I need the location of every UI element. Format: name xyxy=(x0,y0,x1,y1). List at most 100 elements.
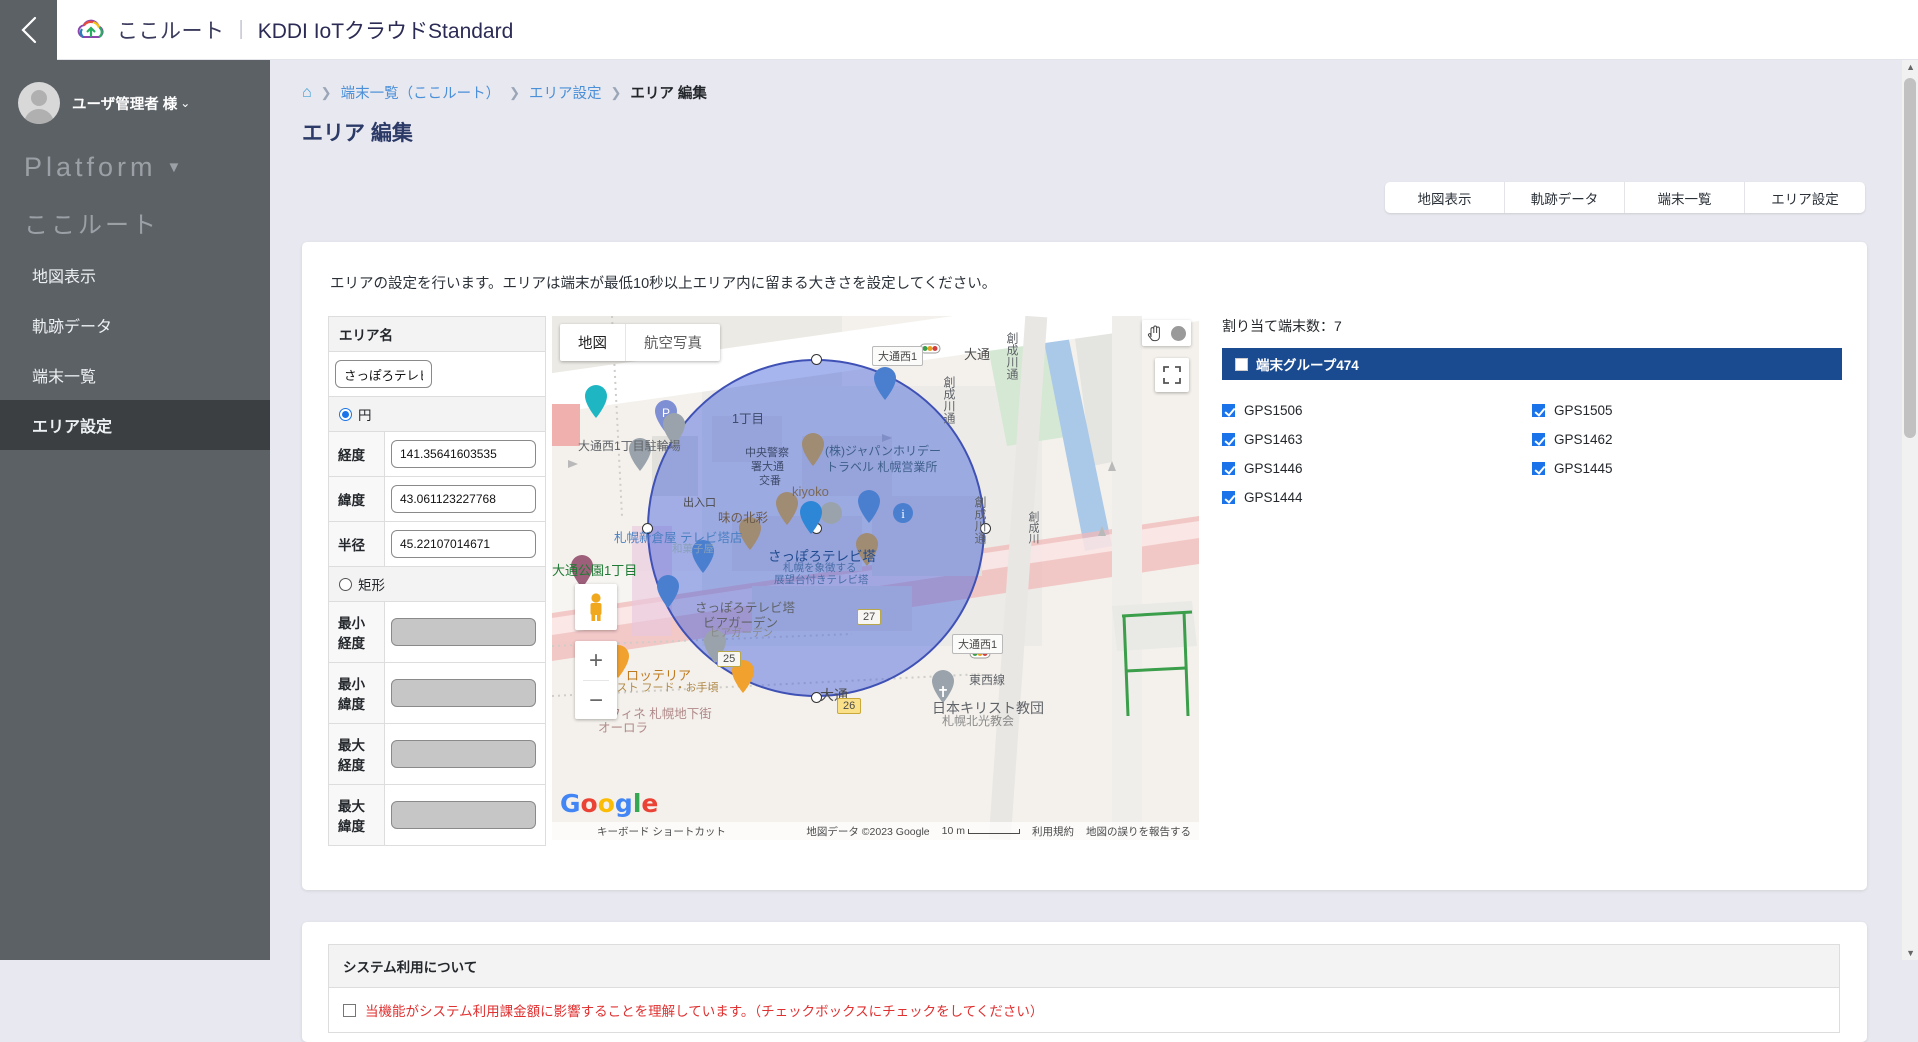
tab-track-data[interactable]: 軌跡データ xyxy=(1505,182,1625,213)
back-button[interactable] xyxy=(0,0,57,60)
assigned-device-count: 割り当て端末数：7 xyxy=(1222,316,1842,336)
platform-label: Platform xyxy=(24,152,157,183)
radio-circle-label: 円 xyxy=(358,404,372,424)
user-menu[interactable]: ユーザ管理者 様 ⌄ xyxy=(72,93,190,114)
min-longitude-cell xyxy=(385,602,546,663)
device-checkbox[interactable] xyxy=(1222,404,1235,417)
device-checkbox[interactable] xyxy=(1222,433,1235,446)
device-list-item[interactable]: GPS1505 xyxy=(1532,396,1842,425)
user-row[interactable]: ユーザ管理者 様 ⌄ xyxy=(0,60,270,124)
min-longitude-input[interactable] xyxy=(391,618,536,646)
radius-input[interactable] xyxy=(391,530,536,558)
max-longitude-input[interactable] xyxy=(391,740,536,768)
area-form: エリア名 円 経度 xyxy=(328,316,546,846)
device-list-item[interactable]: GPS1445 xyxy=(1532,454,1842,483)
device-checkbox[interactable] xyxy=(1532,462,1545,475)
device-label: GPS1446 xyxy=(1244,461,1303,476)
zoom-in-button[interactable]: + xyxy=(575,641,617,680)
sidebar-group-label: ここルート xyxy=(0,183,270,250)
rect-radio-cell[interactable]: 矩形 xyxy=(329,567,546,602)
brand-name: ここルート xyxy=(117,15,225,45)
radio-circle[interactable] xyxy=(339,408,352,421)
area-name-input[interactable] xyxy=(335,360,432,388)
avatar xyxy=(18,82,60,124)
area-edit-card: エリアの設定を行います。エリアは端末が最低10秒以上エリア内に留まる大きさを設定… xyxy=(302,242,1867,890)
form-row-longitude: 経度 xyxy=(329,432,546,477)
longitude-input[interactable] xyxy=(391,440,536,468)
tab-map-view[interactable]: 地図表示 xyxy=(1385,182,1505,213)
device-checkbox[interactable] xyxy=(1532,404,1545,417)
device-checkbox[interactable] xyxy=(1222,462,1235,475)
main-content: ⌂ ❯ 端末一覧（ここルート） ❯ エリア設定 ❯ エリア 編集 エリア 編集 … xyxy=(270,60,1901,960)
tab-device-list[interactable]: 端末一覧 xyxy=(1625,182,1745,213)
sidebar-item-area-settings[interactable]: エリア設定 xyxy=(0,400,270,450)
map-report-link[interactable]: 地図の誤りを報告する xyxy=(1086,824,1191,839)
vertical-scrollbar[interactable]: ▲ ▼ xyxy=(1902,60,1918,960)
breadcrumb-link-area-settings[interactable]: エリア設定 xyxy=(529,82,602,103)
street-view-pegman[interactable] xyxy=(575,584,617,630)
area-description: エリアの設定を行います。エリアは端末が最低10秒以上エリア内に留まる大きさを設定… xyxy=(302,242,1867,293)
device-label: GPS1462 xyxy=(1554,432,1613,447)
device-group-header[interactable]: 端末グループ474 xyxy=(1222,348,1842,380)
fullscreen-icon xyxy=(1163,366,1181,384)
map-reset-orientation-button[interactable] xyxy=(1171,326,1186,341)
map-panel[interactable]: P i xyxy=(552,316,1199,840)
circle-handle-right[interactable] xyxy=(980,523,991,534)
map-fullscreen-button[interactable] xyxy=(1155,358,1189,392)
platform-selector[interactable]: Platform ▼ xyxy=(0,124,270,183)
keyboard-shortcuts-label[interactable]: キーボード ショートカット xyxy=(597,824,726,839)
breadcrumb-sep: ❯ xyxy=(509,85,520,101)
min-latitude-label: 最小緯度 xyxy=(329,663,385,724)
device-list-item[interactable]: GPS1446 xyxy=(1222,454,1532,483)
device-group-label: 端末グループ474 xyxy=(1256,354,1359,374)
circle-radio-cell[interactable]: 円 xyxy=(329,397,546,432)
circle-center-handle[interactable] xyxy=(811,523,822,534)
tab-area-settings[interactable]: エリア設定 xyxy=(1745,182,1865,213)
longitude-label: 経度 xyxy=(329,432,385,477)
map-terms-link[interactable]: 利用規約 xyxy=(1032,824,1074,839)
device-list-item[interactable]: GPS1462 xyxy=(1532,425,1842,454)
map-scale: 10 m xyxy=(942,825,1020,837)
map-scale-bar xyxy=(968,829,1020,834)
radio-rectangle[interactable] xyxy=(339,578,352,591)
device-list-item[interactable]: GPS1444 xyxy=(1222,483,1532,512)
min-latitude-input[interactable] xyxy=(391,679,536,707)
device-group-checkbox[interactable] xyxy=(1235,358,1248,371)
circle-handle-top[interactable] xyxy=(811,354,822,365)
latitude-label: 緯度 xyxy=(329,477,385,522)
map-type-satellite[interactable]: 航空写真 xyxy=(626,324,720,361)
sidebar-item-track[interactable]: 軌跡データ xyxy=(0,300,270,350)
device-checkbox[interactable] xyxy=(1532,433,1545,446)
device-list: GPS1506GPS1505 GPS1463 GPS1462 GPS1446 GPS14… xyxy=(1222,380,1842,512)
circle-handle-bottom[interactable] xyxy=(811,692,822,703)
sidebar-item-map[interactable]: 地図表示 xyxy=(0,250,270,300)
map-type-map[interactable]: 地図 xyxy=(560,324,626,361)
hand-cursor-icon[interactable] xyxy=(1147,325,1162,342)
home-icon[interactable]: ⌂ xyxy=(302,84,312,102)
circle-handle-left[interactable] xyxy=(642,523,653,534)
page-title-row: エリア 編集 xyxy=(270,103,1901,147)
max-latitude-input[interactable] xyxy=(391,801,536,829)
form-row-rect-radio: 矩形 xyxy=(329,567,546,602)
form-row-min-lon: 最小経度 xyxy=(329,602,546,663)
radius-cell xyxy=(385,522,546,567)
radius-label: 半径 xyxy=(329,522,385,567)
map-zoom-control: + − xyxy=(575,641,617,719)
map-type-toggle: 地図 航空写真 xyxy=(560,324,720,361)
top-bar: ここルート | KDDI IoTクラウドStandard xyxy=(0,0,1918,60)
scrollbar-thumb[interactable] xyxy=(1904,78,1916,438)
brand-subtitle: KDDI IoTクラウドStandard xyxy=(258,15,514,45)
latitude-cell xyxy=(385,477,546,522)
device-label: GPS1463 xyxy=(1244,432,1303,447)
device-list-item[interactable]: GPS1506 xyxy=(1222,396,1532,425)
caret-down-icon: ▼ xyxy=(167,159,182,176)
scroll-up-arrow[interactable]: ▲ xyxy=(1906,62,1915,72)
device-checkbox[interactable] xyxy=(1222,491,1235,504)
latitude-input[interactable] xyxy=(391,485,536,513)
sidebar-item-devices[interactable]: 端末一覧 xyxy=(0,350,270,400)
agree-checkbox[interactable] xyxy=(343,1004,356,1017)
device-list-item[interactable]: GPS1463 xyxy=(1222,425,1532,454)
scroll-down-arrow[interactable]: ▼ xyxy=(1906,948,1915,958)
zoom-out-button[interactable]: − xyxy=(575,681,617,720)
breadcrumb-link-devices[interactable]: 端末一覧（ここルート） xyxy=(341,82,501,103)
